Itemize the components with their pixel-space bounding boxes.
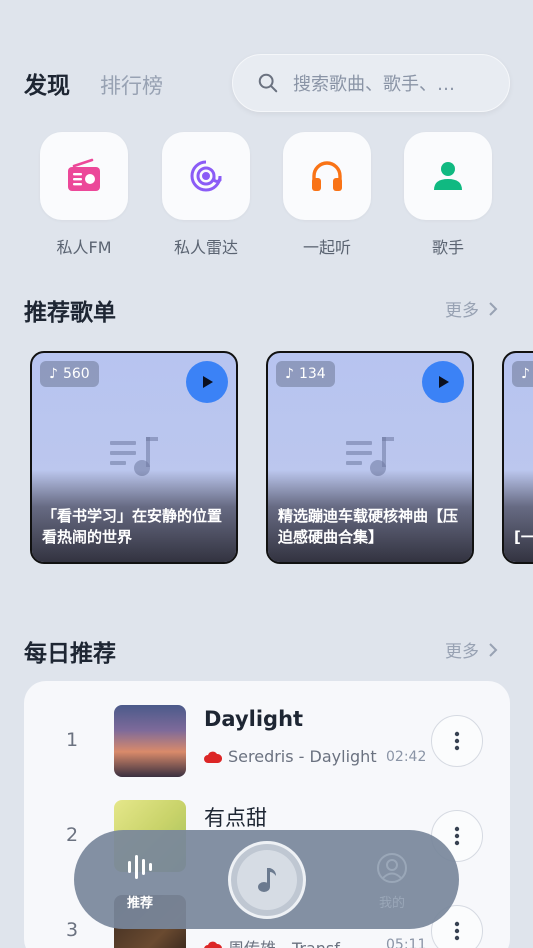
more-vertical-icon bbox=[454, 921, 460, 941]
daily-section-title: 每日推荐 bbox=[24, 641, 116, 667]
quick-item-fm[interactable]: 私人FM bbox=[39, 132, 129, 258]
nav-mine-label: 我的 bbox=[378, 896, 405, 911]
play-icon bbox=[203, 376, 213, 388]
search-icon bbox=[258, 73, 278, 93]
music-note-icon: ♪ bbox=[49, 366, 58, 382]
song-title: 有点甜 bbox=[204, 806, 267, 830]
song-artist: 周传雄 - Transf bbox=[228, 935, 378, 948]
song-duration: 02:42 bbox=[386, 749, 427, 765]
more-label: 更多 bbox=[445, 301, 479, 321]
quick-label: 私人FM bbox=[56, 238, 112, 257]
play-icon bbox=[439, 376, 449, 388]
more-vertical-icon bbox=[454, 826, 460, 846]
now-playing-button[interactable] bbox=[228, 841, 306, 919]
playlist-card[interactable]: ♪ 560 「看书学习」在安静的位置看热闹的世界 bbox=[30, 351, 238, 564]
play-button[interactable] bbox=[186, 361, 228, 403]
song-more-button[interactable] bbox=[431, 715, 483, 767]
song-sub: Seredris - Daylight bbox=[204, 747, 378, 766]
cloud-icon bbox=[204, 941, 222, 948]
top-tabs: 发现 排行榜 bbox=[24, 66, 163, 100]
quick-item-artist[interactable]: 歌手 bbox=[403, 132, 493, 258]
search-placeholder: 搜索歌曲、歌手、… bbox=[293, 74, 455, 95]
chevron-right-icon bbox=[489, 301, 498, 316]
quick-item-radar[interactable]: 私人雷达 bbox=[161, 132, 251, 258]
quick-icon-box bbox=[404, 132, 492, 220]
tab-discover[interactable]: 发现 bbox=[24, 66, 70, 100]
quick-icon-box bbox=[40, 132, 128, 220]
song-title: Daylight bbox=[204, 707, 304, 731]
nav-mine[interactable]: 我的 bbox=[362, 852, 422, 911]
playlists-section-title: 推荐歌单 bbox=[24, 300, 116, 326]
play-count-badge: ♪ bbox=[512, 361, 533, 387]
radar-icon bbox=[190, 160, 222, 192]
playlist-card[interactable]: ♪ 134 精选蹦迪车载硬核神曲【压迫感硬曲合集】 bbox=[266, 351, 474, 564]
quick-label: 歌手 bbox=[431, 238, 464, 257]
radio-icon bbox=[68, 158, 100, 191]
card-shade bbox=[504, 470, 533, 562]
song-cover bbox=[114, 705, 186, 777]
nav-recommend[interactable]: 推荐 bbox=[110, 852, 170, 911]
more-vertical-icon bbox=[454, 731, 460, 751]
playlist-title: 精选蹦迪车载硬核神曲【压迫感硬曲合集】 bbox=[278, 507, 459, 546]
playlist-title: [一 你 bbox=[514, 528, 533, 546]
song-artist: Seredris - Daylight bbox=[228, 747, 377, 766]
chevron-right-icon bbox=[489, 642, 498, 657]
play-count-badge: ♪ 560 bbox=[40, 361, 99, 387]
person-icon bbox=[434, 162, 462, 190]
play-button[interactable] bbox=[422, 361, 464, 403]
quick-icon-box bbox=[283, 132, 371, 220]
search-input[interactable]: 搜索歌曲、歌手、… bbox=[232, 54, 510, 112]
music-note-icon: ♪ bbox=[521, 366, 530, 382]
quick-label: 一起听 bbox=[302, 238, 351, 257]
quick-icon-box bbox=[162, 132, 250, 220]
more-label: 更多 bbox=[445, 642, 479, 662]
playlists-more-button[interactable]: 更多 bbox=[445, 296, 499, 321]
user-circle-icon bbox=[377, 853, 407, 883]
quick-label: 私人雷达 bbox=[173, 238, 238, 257]
song-rank: 2 bbox=[66, 824, 79, 846]
tab-charts[interactable]: 排行榜 bbox=[100, 70, 163, 100]
song-rank: 1 bbox=[66, 729, 79, 751]
music-note-icon bbox=[258, 868, 276, 892]
quick-item-listen-together[interactable]: 一起听 bbox=[282, 132, 372, 258]
play-count: 134 bbox=[298, 366, 326, 382]
nav-recommend-label: 推荐 bbox=[126, 896, 153, 911]
play-count: 560 bbox=[62, 366, 90, 382]
bottom-nav: 推荐 我的 bbox=[74, 830, 459, 929]
song-duration: 05:11 bbox=[386, 937, 427, 948]
daily-more-button[interactable]: 更多 bbox=[445, 637, 499, 662]
playlist-card[interactable]: ♪ [一 你 bbox=[502, 351, 533, 564]
play-count-badge: ♪ 134 bbox=[276, 361, 335, 387]
cloud-icon bbox=[204, 751, 222, 763]
headphones-icon bbox=[312, 161, 342, 191]
song-sub: 周传雄 - Transf bbox=[204, 935, 378, 948]
playlist-carousel[interactable]: ♪ 560 「看书学习」在安静的位置看热闹的世界 ♪ 134 精选蹦迪车载硬核神… bbox=[30, 351, 533, 565]
song-row[interactable]: 1 Daylight Seredris - Daylight 02:42 bbox=[24, 705, 510, 785]
playlist-title: 「看书学习」在安静的位置看热闹的世界 bbox=[42, 507, 223, 546]
equalizer-icon bbox=[128, 855, 152, 879]
music-note-icon: ♪ bbox=[285, 366, 294, 382]
song-rank: 3 bbox=[66, 919, 79, 941]
